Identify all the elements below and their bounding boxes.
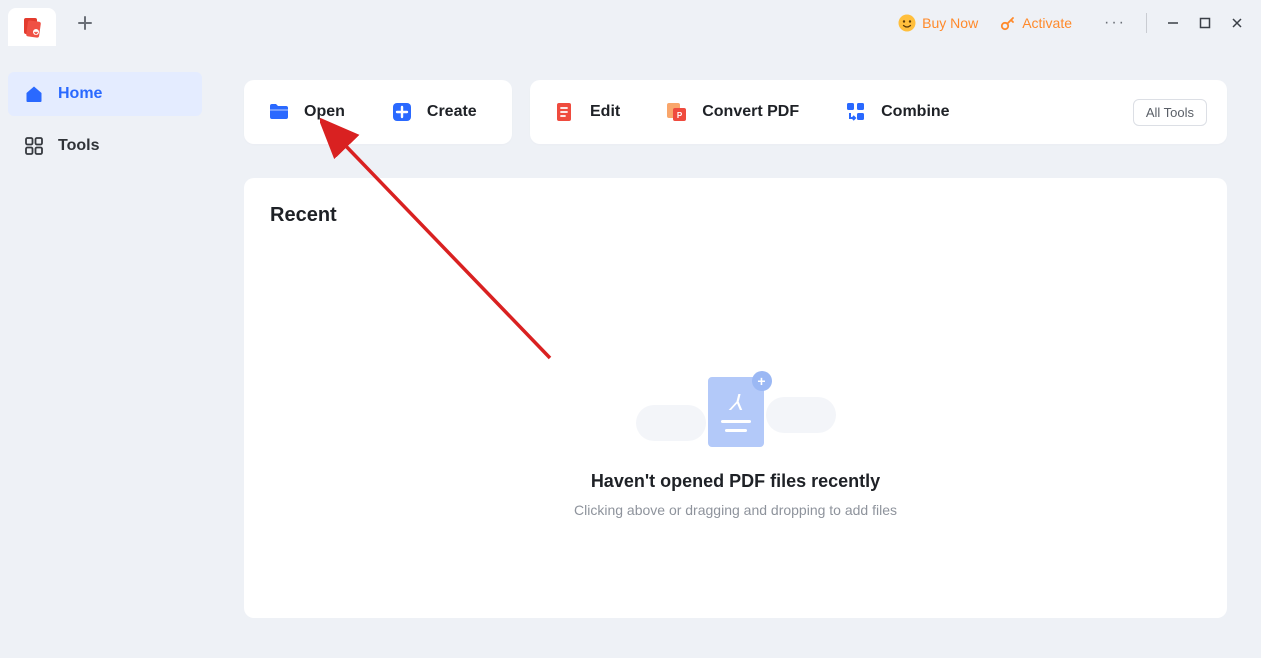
key-icon: [1000, 15, 1016, 31]
home-tab[interactable]: [8, 8, 56, 46]
edit-button[interactable]: Edit: [530, 99, 642, 125]
pdf-doc-icon: + ⅄: [708, 377, 764, 447]
action-row: Open Create Edit: [244, 80, 1227, 144]
close-icon: [1231, 17, 1243, 29]
sidebar-item-tools[interactable]: Tools: [8, 124, 202, 168]
convert-label: Convert PDF: [702, 103, 799, 121]
buy-now-label: Buy Now: [922, 15, 978, 31]
maximize-button[interactable]: [1189, 9, 1221, 37]
minimize-icon: [1167, 17, 1179, 29]
plus-badge-icon: +: [752, 371, 772, 391]
card-open-create: Open Create: [244, 80, 512, 144]
close-button[interactable]: [1221, 9, 1253, 37]
empty-title: Haven't opened PDF files recently: [591, 471, 880, 492]
svg-text:P: P: [677, 111, 683, 120]
card-tools: Edit P Convert PDF: [530, 80, 1227, 144]
create-button[interactable]: Create: [367, 80, 499, 144]
sidebar-home-label: Home: [58, 85, 102, 103]
all-tools-label: All Tools: [1146, 105, 1194, 120]
sidebar-tools-label: Tools: [58, 137, 99, 155]
buy-now-button[interactable]: Buy Now: [898, 14, 978, 32]
emoji-icon: [898, 14, 916, 32]
folder-icon: [266, 99, 292, 125]
all-tools-button[interactable]: All Tools: [1133, 99, 1207, 126]
maximize-icon: [1199, 17, 1211, 29]
create-icon: [389, 99, 415, 125]
more-icon: ···: [1104, 14, 1126, 31]
combine-icon: [843, 99, 869, 125]
more-menu-button[interactable]: ···: [1094, 10, 1136, 36]
plus-icon: [77, 15, 93, 31]
convert-button[interactable]: P Convert PDF: [642, 99, 821, 125]
combine-button[interactable]: Combine: [821, 99, 971, 125]
sidebar: Home Tools: [0, 46, 210, 658]
create-label: Create: [427, 103, 477, 121]
grid-icon: [24, 136, 44, 156]
open-label: Open: [304, 103, 345, 121]
empty-state[interactable]: + ⅄ Haven't opened PDF files recently Cl…: [270, 367, 1201, 518]
new-tab-button[interactable]: [70, 8, 100, 38]
empty-subtitle: Clicking above or dragging and dropping …: [574, 502, 897, 518]
empty-illustration: + ⅄: [636, 367, 836, 447]
edit-label: Edit: [590, 103, 620, 121]
minimize-button[interactable]: [1157, 9, 1189, 37]
combine-label: Combine: [881, 103, 949, 121]
home-icon: [24, 84, 44, 104]
activate-label: Activate: [1022, 15, 1072, 31]
divider: [1146, 13, 1147, 33]
sidebar-item-home[interactable]: Home: [8, 72, 202, 116]
pdf-app-icon: [20, 15, 44, 39]
convert-icon: P: [664, 99, 690, 125]
content: Open Create Edit: [210, 46, 1261, 658]
open-button[interactable]: Open: [244, 80, 367, 144]
recent-heading: Recent: [270, 204, 1201, 227]
recent-card: Recent + ⅄ Haven't opened PDF files rece…: [244, 178, 1227, 618]
main: Home Tools Open: [0, 46, 1261, 658]
activate-button[interactable]: Activate: [1000, 15, 1072, 31]
edit-icon: [552, 99, 578, 125]
titlebar: Buy Now Activate ···: [0, 0, 1261, 46]
